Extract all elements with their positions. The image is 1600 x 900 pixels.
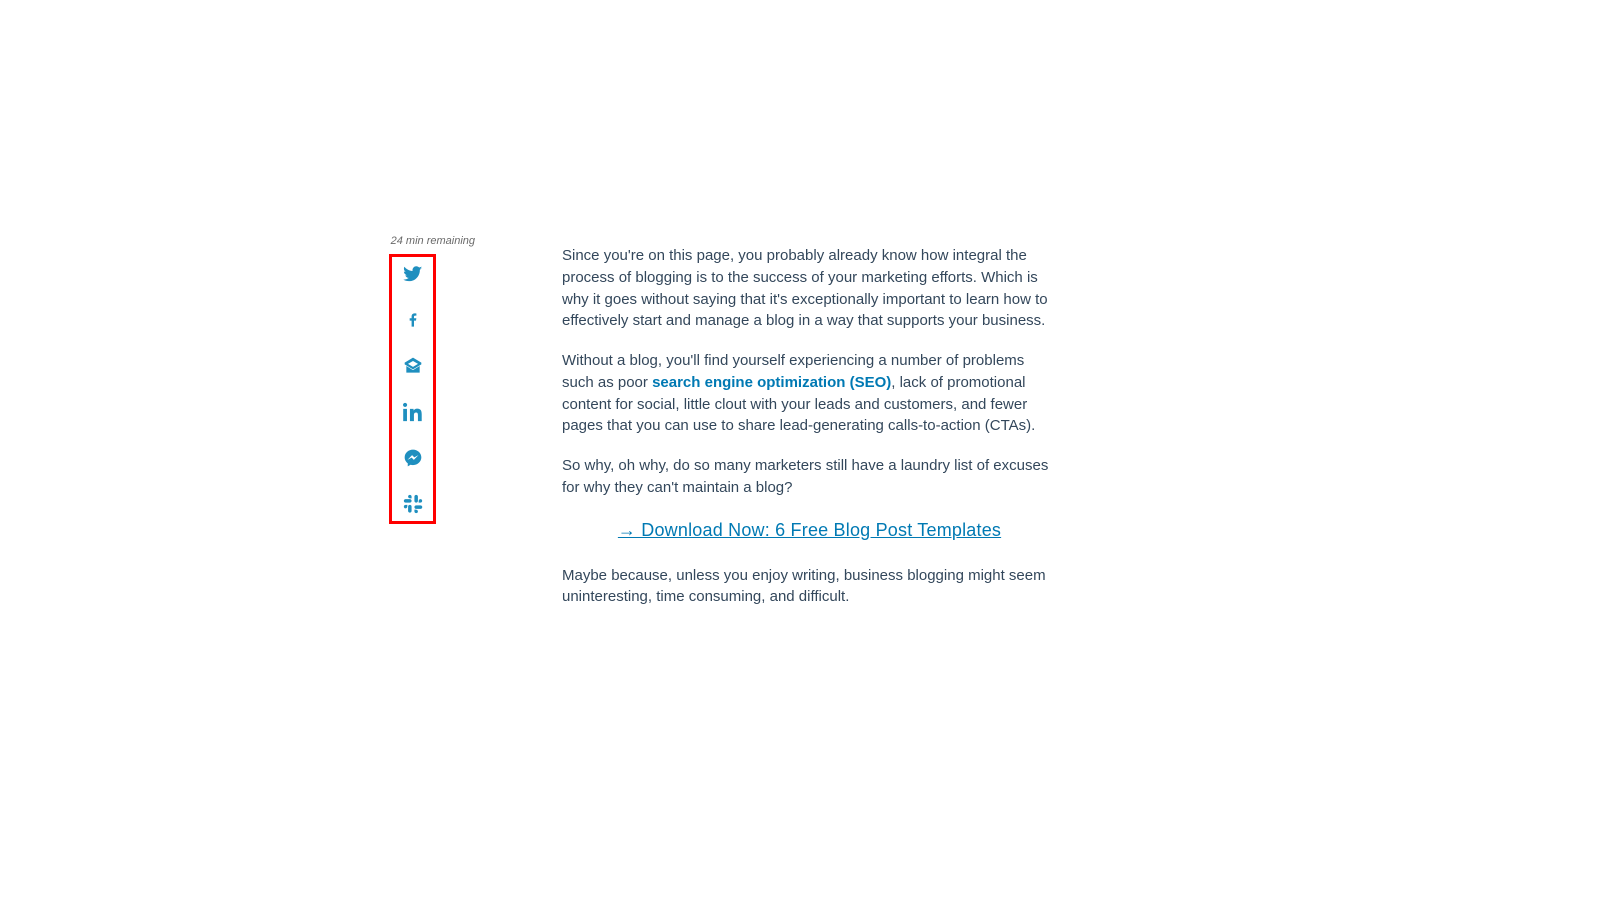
cta-block: → Download Now: 6 Free Blog Post Templat…	[562, 517, 1057, 543]
linkedin-icon[interactable]	[402, 401, 424, 423]
facebook-icon[interactable]	[402, 309, 424, 331]
article-body: Since you're on this page, you probably …	[562, 245, 1057, 626]
twitter-icon[interactable]	[402, 263, 424, 285]
article-paragraph: Maybe because, unless you enjoy writing,…	[562, 565, 1057, 609]
email-icon[interactable]	[402, 355, 424, 377]
messenger-icon[interactable]	[402, 447, 424, 469]
reading-time-label: 24 min remaining	[390, 235, 475, 247]
page: 24 min remaining Since you're on this pa…	[0, 0, 1600, 900]
seo-link[interactable]: search engine optimization (SEO)	[652, 374, 891, 391]
article-paragraph: So why, oh why, do so many marketers sti…	[562, 455, 1057, 499]
article-paragraph: Without a blog, you'll find yourself exp…	[562, 350, 1057, 437]
article-paragraph: Since you're on this page, you probably …	[562, 245, 1057, 332]
social-share-rail	[389, 254, 436, 524]
slack-icon[interactable]	[402, 493, 424, 515]
download-templates-link[interactable]: → Download Now: 6 Free Blog Post Templat…	[618, 520, 1001, 540]
